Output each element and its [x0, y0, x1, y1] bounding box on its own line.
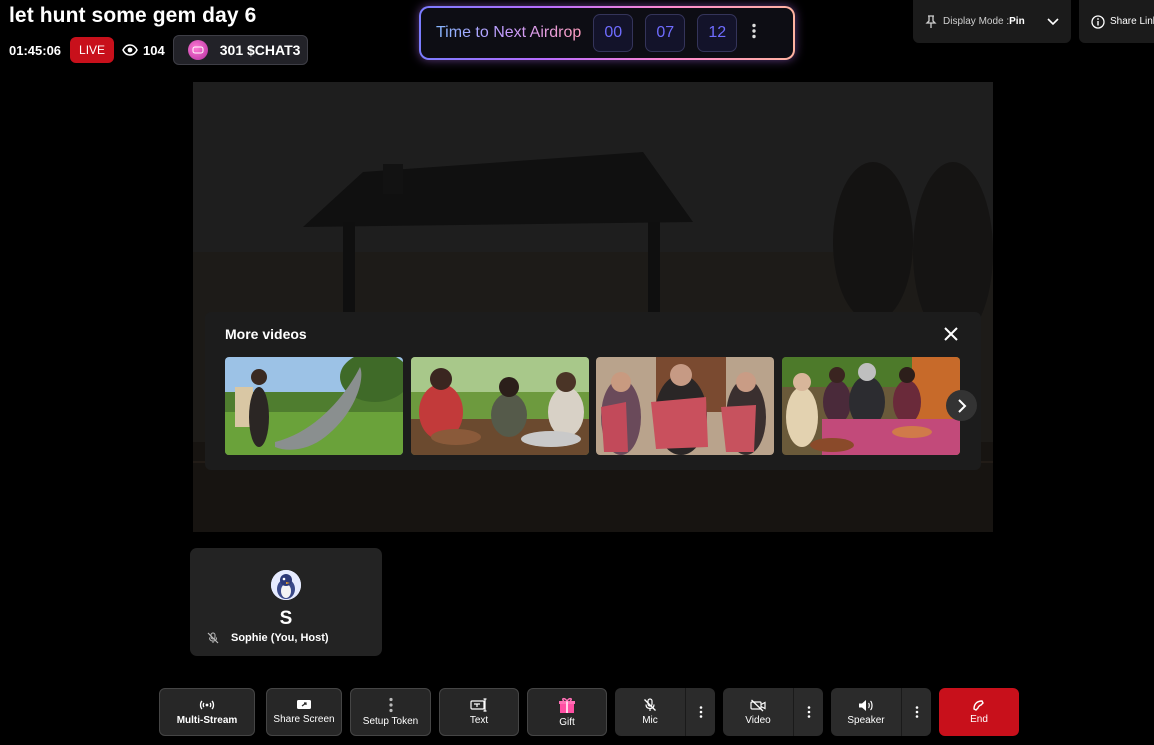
display-mode-dropdown[interactable]: Display Mode : Pin	[913, 0, 1071, 43]
more-vertical-icon[interactable]	[751, 23, 757, 44]
gift-label: Gift	[559, 717, 575, 728]
control-bar: Multi-Stream Share Screen Setup Token Te…	[0, 688, 1154, 736]
token-amount: 301 $CHAT3	[219, 42, 301, 58]
live-stream-icon	[199, 700, 215, 710]
gift-icon	[559, 697, 575, 713]
airdrop-hours: 00	[593, 14, 634, 52]
share-link-button[interactable]: Share Link	[1079, 0, 1154, 43]
video-label: Video	[745, 714, 771, 726]
mic-label: Mic	[642, 715, 658, 726]
share-screen-label: Share Screen	[273, 714, 335, 725]
airdrop-seconds: 12	[697, 14, 738, 52]
more-vertical-icon	[807, 706, 810, 718]
video-control: Video	[723, 688, 823, 736]
mic-control: Mic	[615, 688, 715, 736]
more-videos-title: More videos	[225, 326, 307, 342]
participant-initial: S	[279, 608, 293, 629]
viewer-count-value: 104	[143, 42, 165, 58]
more-videos-panel: More videos	[205, 312, 981, 470]
chevron-right-icon	[957, 398, 966, 413]
speaker-label: Speaker	[847, 714, 885, 726]
setup-token-button[interactable]: Setup Token	[350, 688, 431, 736]
token-coin-icon	[187, 40, 208, 60]
video-thumbnail[interactable]	[596, 357, 774, 455]
more-vertical-icon	[388, 697, 393, 713]
stream-duration: 01:45:06	[9, 42, 62, 58]
share-link-label: Share Link	[1110, 16, 1154, 27]
info-icon	[1091, 14, 1105, 29]
close-icon[interactable]	[941, 324, 961, 344]
more-vertical-icon	[699, 706, 702, 718]
mic-button[interactable]: Mic	[615, 688, 685, 736]
viewer-count: 104	[122, 43, 165, 58]
share-screen-button[interactable]: Share Screen	[266, 688, 342, 736]
stream-meta: 01:45:06 LIVE 104 301 $CHAT3	[9, 35, 308, 65]
text-icon	[470, 698, 487, 712]
participant-tile: S Sophie (You, Host)	[190, 548, 382, 656]
multistream-label: Multi-Stream	[176, 715, 238, 726]
token-balance[interactable]: 301 $CHAT3	[172, 35, 308, 65]
text-label: Text	[469, 715, 489, 726]
end-button[interactable]: End	[939, 688, 1019, 736]
multistream-button[interactable]: Multi-Stream	[159, 688, 255, 736]
display-mode-label: Display Mode :	[943, 16, 1010, 27]
pin-icon	[925, 14, 937, 28]
mic-off-icon	[644, 698, 656, 711]
video-thumbnail[interactable]	[782, 357, 960, 455]
screen-share-icon	[297, 700, 311, 709]
more-vertical-icon	[915, 706, 918, 718]
setup-token-label: Setup Token	[362, 716, 419, 727]
live-badge: LIVE	[70, 37, 115, 63]
speaker-icon	[859, 699, 873, 711]
stream-title: let hunt some gem day 6	[9, 4, 257, 27]
participant-name: Sophie (You, Host)	[231, 632, 329, 644]
next-videos-button[interactable]	[946, 390, 977, 421]
airdrop-label: Time to Next Airdrop	[436, 24, 582, 41]
chevron-down-icon	[1047, 17, 1059, 25]
gift-button[interactable]: Gift	[527, 688, 607, 736]
airdrop-timer: Time to Next Airdrop 00 07 12	[419, 6, 795, 60]
end-label: End	[970, 714, 988, 725]
video-thumbnail[interactable]	[225, 357, 403, 455]
phone-end-icon	[973, 700, 984, 711]
mic-options-button[interactable]	[685, 688, 715, 736]
avatar	[271, 570, 301, 600]
text-button[interactable]: Text	[439, 688, 519, 736]
speaker-options-button[interactable]	[901, 688, 931, 736]
airdrop-minutes: 07	[645, 14, 686, 52]
speaker-button[interactable]: Speaker	[831, 688, 901, 736]
speaker-control: Speaker	[831, 688, 931, 736]
video-thumbnail[interactable]	[411, 357, 589, 455]
video-button[interactable]: Video	[723, 688, 793, 736]
video-options-button[interactable]	[793, 688, 823, 736]
video-off-icon	[750, 699, 766, 711]
mic-off-icon	[207, 632, 219, 644]
display-mode-value: Pin	[1009, 16, 1025, 27]
eye-icon	[122, 44, 138, 56]
